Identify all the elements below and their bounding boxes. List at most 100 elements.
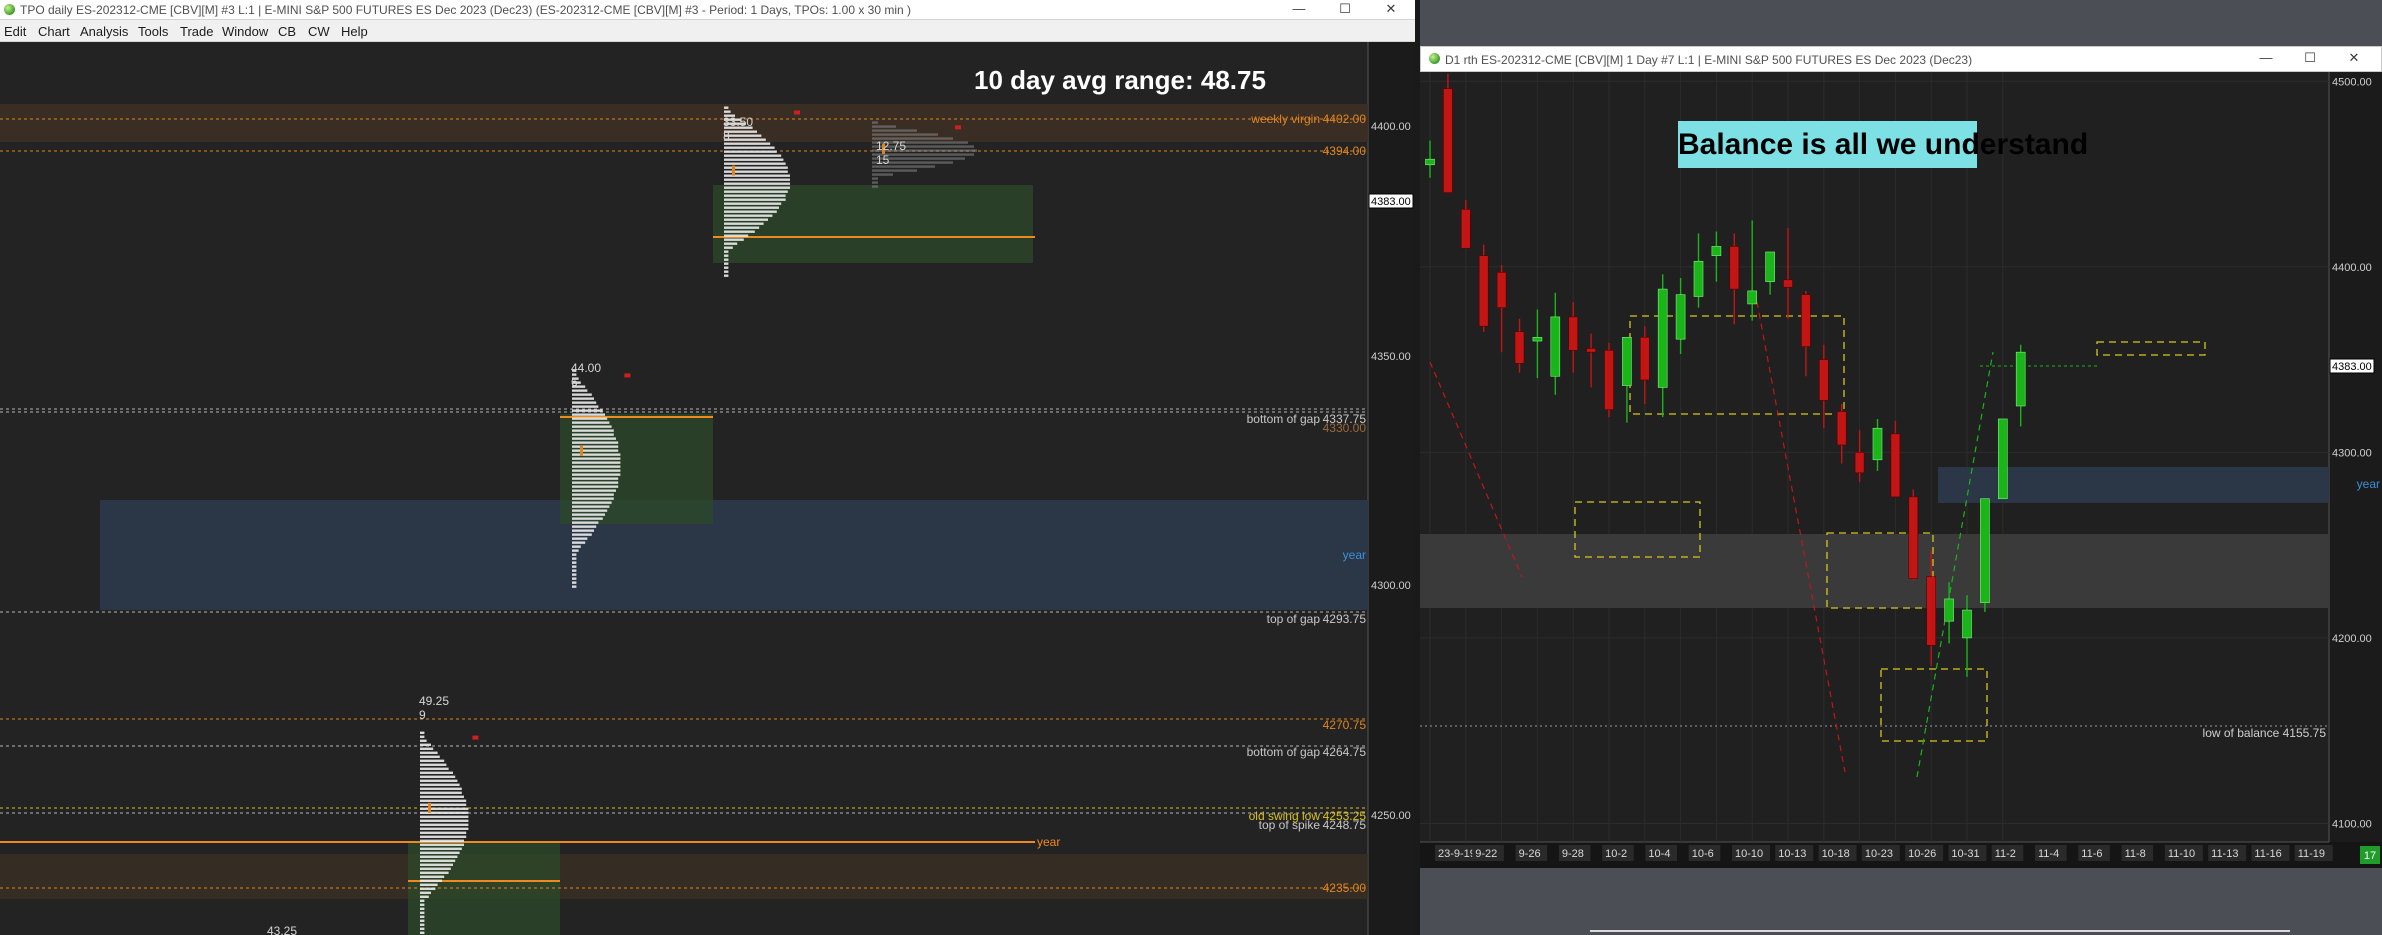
- maximize-button[interactable]: ☐: [1322, 0, 1368, 20]
- candle-body: [1908, 496, 1919, 579]
- tpo-row: [572, 457, 621, 460]
- candle-body: [1980, 498, 1990, 603]
- tpo-row: [572, 489, 616, 492]
- daily-price-tick: 4300.00: [2332, 447, 2372, 459]
- candle-body: [1568, 316, 1578, 351]
- tpo-row: [420, 795, 464, 798]
- menu-help[interactable]: Help: [341, 24, 368, 39]
- app-globe-icon: [4, 4, 15, 15]
- tpo-row: [724, 150, 777, 153]
- tpo-row: [572, 537, 588, 540]
- tpo-row: [420, 839, 464, 842]
- daily-price-tick: 4500.00: [2332, 76, 2372, 88]
- tpo-row: [724, 146, 775, 149]
- profile-count-2: 6: [571, 375, 578, 389]
- tpo-row: [572, 437, 616, 440]
- tpo-row: [572, 549, 579, 552]
- minimize-button[interactable]: —: [1276, 0, 1322, 20]
- tpo-row: [420, 859, 456, 862]
- date-tick-label: 11-2: [1995, 848, 2016, 860]
- tpo-row: [572, 409, 603, 412]
- candle-body: [1460, 209, 1471, 249]
- candle-body: [1747, 290, 1758, 305]
- tpo-open-marker: [732, 165, 735, 176]
- tpo-row: [724, 194, 786, 197]
- candle-body: [1640, 337, 1650, 381]
- tpo-row: [420, 751, 438, 754]
- daily-window-title: D1 rth ES-202312-CME [CBV][M] 1 Day #7 L…: [1445, 53, 1973, 67]
- daily-date-ticks: 23-9-19 9-22 9-26 9-28 10-2 10-4 10-6 10-10 10-1…: [1435, 845, 2333, 861]
- tpo-row: [420, 895, 429, 898]
- candle-body: [1854, 452, 1865, 474]
- tpo-chart-area[interactable]: weekly virgin 4402.00 4394.00 bottom of …: [0, 42, 1415, 935]
- level-label-bottom-of-gap: bottom of gap: [1247, 412, 1321, 426]
- tpo-row: [420, 871, 449, 874]
- menu-edit[interactable]: Edit: [4, 24, 26, 39]
- tpo-row: [572, 521, 599, 524]
- tpo-window-title: TPO daily ES-202312-CME [CBV][M] #3 L:1 …: [20, 3, 912, 17]
- maximize-button[interactable]: ☐: [2287, 49, 2333, 69]
- tpo-row: [872, 125, 896, 128]
- daily-chart-window: D1 rth ES-202312-CME [CBV][M] 1 Day #7 L…: [1420, 0, 2382, 935]
- tpo-row: [572, 569, 577, 572]
- tpo-row: [420, 731, 425, 734]
- tpo-row: [420, 911, 425, 914]
- date-tick-label: 11-13: [2211, 848, 2238, 860]
- tpo-row: [572, 561, 577, 564]
- tpo-row: [572, 525, 597, 528]
- daily-price-tick: 4200.00: [2332, 633, 2372, 645]
- level-price-4402: 4402.00: [1323, 112, 1367, 126]
- tpo-row: [572, 425, 612, 428]
- tpo-row: [724, 106, 729, 109]
- candle-body: [1890, 433, 1901, 498]
- menu-trade[interactable]: Trade: [180, 24, 213, 39]
- tpo-row: [572, 481, 619, 484]
- tpo-row: [572, 401, 597, 404]
- tpo-row: [724, 162, 786, 165]
- tpo-row: [420, 759, 445, 762]
- tpo-row: [572, 573, 577, 576]
- close-button[interactable]: ✕: [1368, 0, 1414, 20]
- tpo-open-marker: [428, 802, 431, 813]
- tpo-row: [420, 831, 467, 834]
- tpo-row: [572, 545, 581, 548]
- level-label-top-of-spike: top of spike: [1259, 818, 1321, 832]
- year-value-zone: [100, 500, 1368, 610]
- tpo-row: [724, 222, 764, 225]
- menu-cw[interactable]: CW: [308, 24, 330, 39]
- date-tick-label: 10-4: [1648, 848, 1670, 860]
- tpo-row: [420, 755, 440, 758]
- candle-body: [1675, 294, 1686, 340]
- menu-window[interactable]: Window: [222, 24, 268, 39]
- daily-window-titlebar[interactable]: D1 rth ES-202312-CME [CBV][M] 1 Day #7 L…: [1420, 46, 2382, 72]
- tpo-row: [872, 169, 917, 172]
- tpo-window-titlebar[interactable]: TPO daily ES-202312-CME [CBV][M] #3 L:1 …: [0, 0, 1415, 20]
- tpo-row: [572, 509, 608, 512]
- tpo-row: [420, 899, 425, 902]
- tpo-row: [572, 497, 614, 500]
- profile-count-1: 9: [419, 708, 426, 722]
- close-button[interactable]: ✕: [2331, 49, 2377, 69]
- tpo-row: [724, 266, 729, 269]
- daily-price-tick: 4400.00: [2332, 262, 2372, 274]
- year-blue-zone: [1938, 467, 2329, 503]
- tpo-row: [872, 177, 878, 180]
- menu-chart[interactable]: Chart: [38, 24, 70, 39]
- date-tick-label: 9-22: [1475, 848, 1497, 860]
- minimize-button[interactable]: —: [2243, 49, 2289, 69]
- tpo-row: [420, 867, 451, 870]
- candle-body: [1944, 598, 1954, 622]
- candle-body: [2015, 351, 2026, 407]
- candle-body: [1425, 158, 1435, 166]
- balance-callout-text: Balance is all we understand: [1678, 128, 2089, 161]
- tpo-row: [420, 915, 425, 918]
- menu-tools[interactable]: Tools: [138, 24, 168, 39]
- menu-cb[interactable]: CB: [278, 24, 296, 39]
- tpo-row: [420, 819, 469, 822]
- level-label-bottom-of-gap-2: bottom of gap: [1247, 745, 1321, 759]
- tpo-row: [572, 441, 619, 444]
- axis-tick-4250: 4250.00: [1371, 810, 1411, 822]
- tpo-row: [724, 138, 766, 141]
- daily-chart-area[interactable]: low of balance 4155.75 4500.00 4400.00 430…: [1420, 72, 2382, 868]
- menu-analysis[interactable]: Analysis: [80, 24, 128, 39]
